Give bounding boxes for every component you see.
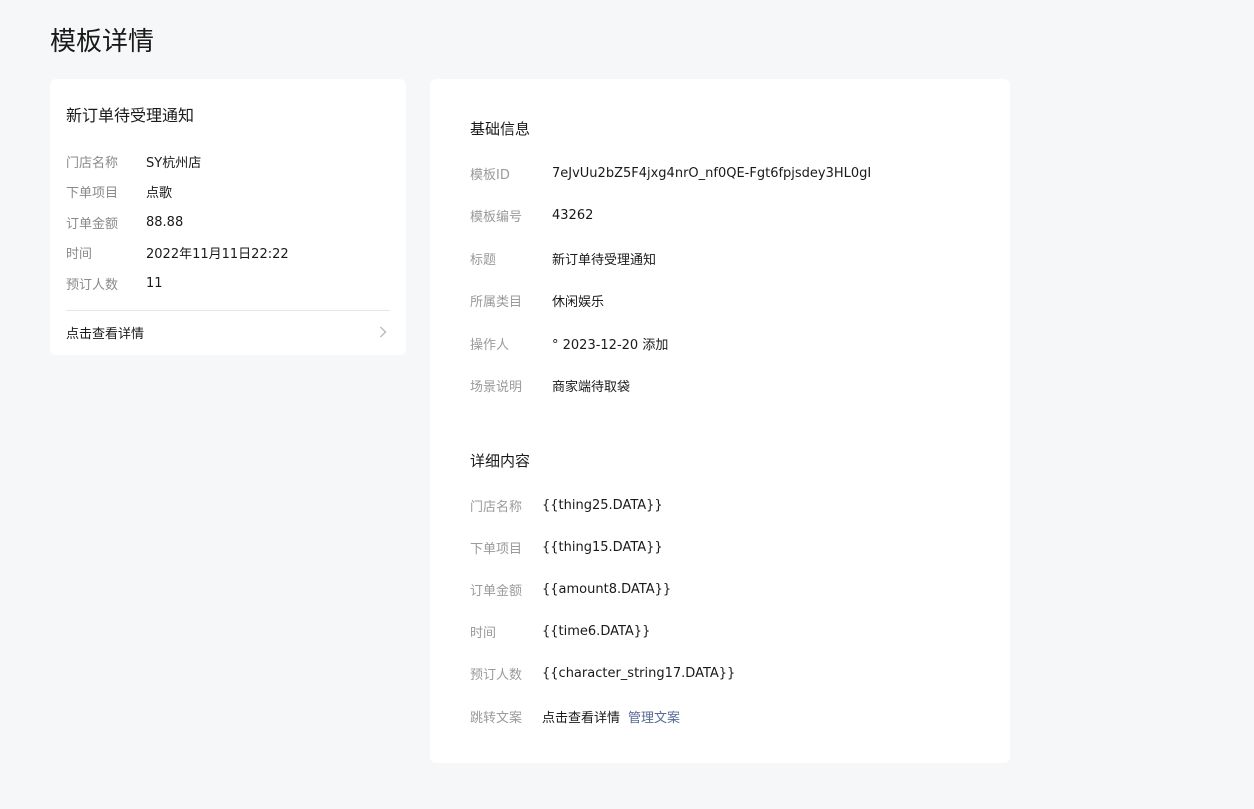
info-row-category: 所属类目 休闲娱乐 (470, 280, 990, 323)
content-row-label: 跳转文案 (470, 710, 523, 726)
preview-row-order-amount: 订单金额 88.88 (66, 207, 390, 238)
page: 模板详情 新订单待受理通知 门店名称 SY杭州店 下单项目 点歌 订单金额 88… (0, 0, 1254, 809)
info-row-label: 操作人 (470, 337, 510, 353)
info-row-template-id: 模板ID 7eJvUu2bZ5F4jxg4nrO_nf0QE-Fgt6fpjsd… (470, 152, 990, 195)
preview-row-value: 点歌 (146, 186, 173, 202)
view-details-link[interactable]: 点击查看详情 (66, 320, 390, 344)
preview-row-label: 预订人数 (66, 277, 119, 293)
content-row-order-item: 下单项目 {{thing15.DATA}} (470, 526, 990, 568)
content-row-label: 订单金额 (470, 583, 523, 599)
chevron-right-icon (376, 325, 390, 339)
template-preview-card: 新订单待受理通知 门店名称 SY杭州店 下单项目 点歌 订单金额 88.88 时… (50, 79, 406, 355)
jump-text-value: 点击查看详情 (542, 710, 621, 726)
preview-row-value: 11 (146, 275, 163, 291)
preview-row-order-item: 下单项目 点歌 (66, 177, 390, 208)
info-row-value: 商家端待取袋 (552, 380, 631, 396)
preview-row-value: SY杭州店 (146, 155, 202, 171)
manage-text-link[interactable]: 管理文案 (628, 707, 680, 726)
info-row-value: 43262 (552, 208, 594, 224)
view-details-label: 点击查看详情 (66, 326, 145, 342)
basic-info-list: 模板ID 7eJvUu2bZ5F4jxg4nrO_nf0QE-Fgt6fpjsd… (470, 152, 990, 407)
basic-info-title: 基础信息 (470, 120, 531, 138)
info-row-label: 模板ID (470, 167, 510, 183)
preview-row-store-name: 门店名称 SY杭州店 (66, 146, 390, 177)
preview-row-value: 2022年11月11日22:22 (146, 247, 289, 263)
preview-row-value: 88.88 (146, 214, 184, 230)
content-row-party-size: 预订人数 {{character_string17.DATA}} (470, 653, 990, 695)
info-row-value: ° 2023-12-20 添加 (552, 337, 669, 353)
preview-row-label: 下单项目 (66, 186, 119, 202)
content-row-jump-text: 跳转文案 点击查看详情 管理文案 (470, 695, 990, 737)
content-row-value: {{character_string17.DATA}} (542, 666, 736, 682)
info-row-label: 所属类目 (470, 295, 523, 311)
info-row-label: 标题 (470, 252, 497, 268)
detail-content-list: 门店名称 {{thing25.DATA}} 下单项目 {{thing15.DAT… (470, 484, 990, 737)
info-row-operator: 操作人 ° 2023-12-20 添加 (470, 322, 990, 365)
preview-divider (66, 310, 390, 311)
page-title: 模板详情 (50, 27, 155, 57)
info-row-label: 场景说明 (470, 380, 523, 396)
info-row-value: 新订单待受理通知 (552, 252, 657, 268)
content-row-value: {{amount8.DATA}} (542, 581, 672, 597)
preview-row-label: 门店名称 (66, 155, 119, 171)
content-row-store-name: 门店名称 {{thing25.DATA}} (470, 484, 990, 526)
content-row-time: 时间 {{time6.DATA}} (470, 611, 990, 653)
preview-row-party-size: 预订人数 11 (66, 268, 390, 299)
template-detail-card: 基础信息 模板ID 7eJvUu2bZ5F4jxg4nrO_nf0QE-Fgt6… (430, 79, 1010, 763)
content-row-value: {{thing25.DATA}} (542, 497, 663, 513)
preview-row-label: 订单金额 (66, 216, 119, 232)
detail-content-title: 详细内容 (470, 452, 531, 470)
preview-title: 新订单待受理通知 (66, 106, 195, 125)
preview-row-time: 时间 2022年11月11日22:22 (66, 238, 390, 269)
info-row-label: 模板编号 (470, 210, 523, 226)
preview-row-label: 时间 (66, 247, 93, 263)
info-row-value: 休闲娱乐 (552, 295, 605, 311)
preview-field-list: 门店名称 SY杭州店 下单项目 点歌 订单金额 88.88 时间 2022年11… (66, 146, 390, 299)
content-row-label: 预订人数 (470, 668, 523, 684)
info-row-value: 7eJvUu2bZ5F4jxg4nrO_nf0QE-Fgt6fpjsdey3HL… (552, 165, 872, 181)
content-row-value: {{thing15.DATA}} (542, 539, 663, 555)
content-row-label: 时间 (470, 626, 497, 642)
info-row-title: 标题 新订单待受理通知 (470, 237, 990, 280)
content-row-label: 门店名称 (470, 499, 523, 515)
info-row-scene-description: 场景说明 商家端待取袋 (470, 365, 990, 408)
content-row-value: {{time6.DATA}} (542, 624, 651, 640)
content-row-order-amount: 订单金额 {{amount8.DATA}} (470, 568, 990, 610)
info-row-template-number: 模板编号 43262 (470, 195, 990, 238)
content-row-label: 下单项目 (470, 541, 523, 557)
